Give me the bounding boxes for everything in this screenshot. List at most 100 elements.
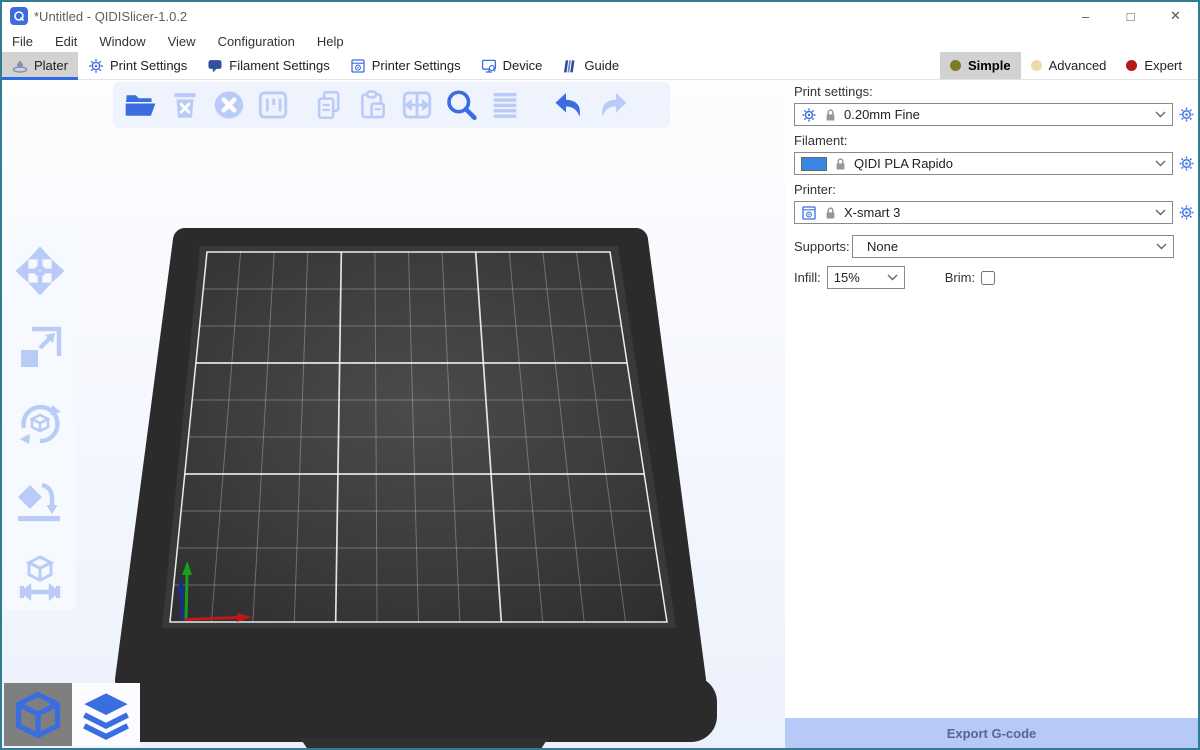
infill-row: Infill: 15% Brim: [794,266,1196,289]
printer-settings-icon [350,58,366,74]
mode-selector: Simple Advanced Expert [940,52,1192,79]
guide-icon [562,58,578,74]
lock-icon [824,108,837,122]
menu-help[interactable]: Help [317,34,344,49]
tab-bar: Plater Print Settings Filament Settings … [2,52,1198,80]
preview-layers-icon[interactable] [72,683,140,746]
search-icon[interactable] [441,85,481,125]
export-gcode-button[interactable]: Export G-code [785,718,1198,748]
chevron-down-icon [1156,243,1167,250]
open-icon[interactable] [121,85,161,125]
print-settings-label: Print settings: [794,84,1196,100]
tab-guide[interactable]: Guide [552,52,629,79]
move-tool-icon[interactable] [15,246,65,296]
minimize-button[interactable]: – [1063,2,1108,30]
app-logo-icon [10,7,28,25]
printer-edit-gear-icon[interactable] [1176,204,1196,221]
bed-front-apron [115,676,717,742]
tab-device-label: Device [503,58,543,73]
scale-tool-icon[interactable] [15,323,65,373]
3d-viewport[interactable] [2,80,785,748]
menu-edit[interactable]: Edit [55,34,77,49]
app-window: *Untitled - QIDISlicer-1.0.2 – □ ✕ File … [0,0,1200,750]
menu-file[interactable]: File [12,34,33,49]
printer-icon [801,205,817,221]
print-settings-gear-icon [88,58,104,74]
window-title: *Untitled - QIDISlicer-1.0.2 [34,9,187,24]
tab-print-settings[interactable]: Print Settings [78,52,197,79]
simple-mode-dot-icon [950,60,961,71]
filament-color-swatch [801,157,827,171]
settings-panel: Print settings: 0.20mm Fine Filament: QI… [785,80,1198,748]
close-button[interactable]: ✕ [1153,2,1198,30]
supports-row: Supports: None [794,235,1174,258]
print-settings-edit-gear-icon[interactable] [1176,106,1196,123]
undo-icon[interactable] [549,85,589,125]
menu-window[interactable]: Window [99,34,145,49]
brim-checkbox[interactable] [981,271,995,285]
printer-label: Printer: [794,182,1196,198]
tab-printer-settings-label: Printer Settings [372,58,461,73]
filament-value: QIDI PLA Rapido [854,156,953,171]
tab-plater-label: Plater [34,58,68,73]
copy-icon[interactable] [309,85,349,125]
variable-layer-height-icon[interactable] [485,85,525,125]
delete-all-icon[interactable] [209,85,249,125]
tab-filament-settings[interactable]: Filament Settings [197,52,339,79]
print-settings-row: 0.20mm Fine [794,103,1196,126]
device-icon [481,58,497,74]
rotate-tool-icon[interactable] [15,399,65,449]
supports-label: Supports: [794,239,852,254]
print-settings-value: 0.20mm Fine [844,107,920,122]
filament-label: Filament: [794,133,1196,149]
filament-dropdown[interactable]: QIDI PLA Rapido [794,152,1173,175]
3d-editor-view-icon[interactable] [4,683,72,746]
mode-expert[interactable]: Expert [1116,52,1192,79]
plater-toolbar [113,82,670,128]
title-bar: *Untitled - QIDISlicer-1.0.2 – □ ✕ [2,2,1198,30]
menu-configuration[interactable]: Configuration [218,34,295,49]
printer-dropdown[interactable]: X-smart 3 [794,201,1173,224]
view-mode-toggles [4,683,140,746]
expert-mode-dot-icon [1126,60,1137,71]
measure-tool-icon[interactable] [15,552,65,602]
arrange-icon[interactable] [253,85,293,125]
brim-label: Brim: [945,270,975,285]
printer-value: X-smart 3 [844,205,900,220]
supports-value: None [867,239,898,254]
printer-row: X-smart 3 [794,201,1196,224]
maximize-button[interactable]: □ [1108,2,1153,30]
redo-icon[interactable] [593,85,633,125]
paste-icon[interactable] [353,85,393,125]
menu-bar: File Edit Window View Configuration Help [2,30,1198,52]
tab-plater[interactable]: Plater [2,52,78,79]
mode-simple-label: Simple [968,58,1011,73]
split-icon[interactable] [397,85,437,125]
chevron-down-icon [1155,160,1166,167]
supports-dropdown[interactable]: None [852,235,1174,258]
tab-guide-label: Guide [584,58,619,73]
plater-icon [12,58,28,74]
mode-advanced-label: Advanced [1049,58,1107,73]
print-bed [2,80,785,748]
infill-value: 15% [834,270,860,285]
infill-dropdown[interactable]: 15% [827,266,905,289]
chevron-down-icon [1155,209,1166,216]
window-controls: – □ ✕ [1063,2,1198,30]
chevron-down-icon [887,274,898,281]
tab-printer-settings[interactable]: Printer Settings [340,52,471,79]
delete-icon[interactable] [165,85,205,125]
place-on-face-tool-icon[interactable] [15,476,65,526]
mode-advanced[interactable]: Advanced [1021,52,1117,79]
main-area: Print settings: 0.20mm Fine Filament: QI… [2,80,1198,748]
tab-device[interactable]: Device [471,52,553,79]
menu-view[interactable]: View [168,34,196,49]
print-settings-dropdown[interactable]: 0.20mm Fine [794,103,1173,126]
mode-expert-label: Expert [1144,58,1182,73]
mode-simple[interactable]: Simple [940,52,1021,79]
filament-row: QIDI PLA Rapido [794,152,1196,175]
object-tool-palette [4,238,76,610]
filament-edit-gear-icon[interactable] [1176,155,1196,172]
bed-handle [300,738,548,748]
chevron-down-icon [1155,111,1166,118]
